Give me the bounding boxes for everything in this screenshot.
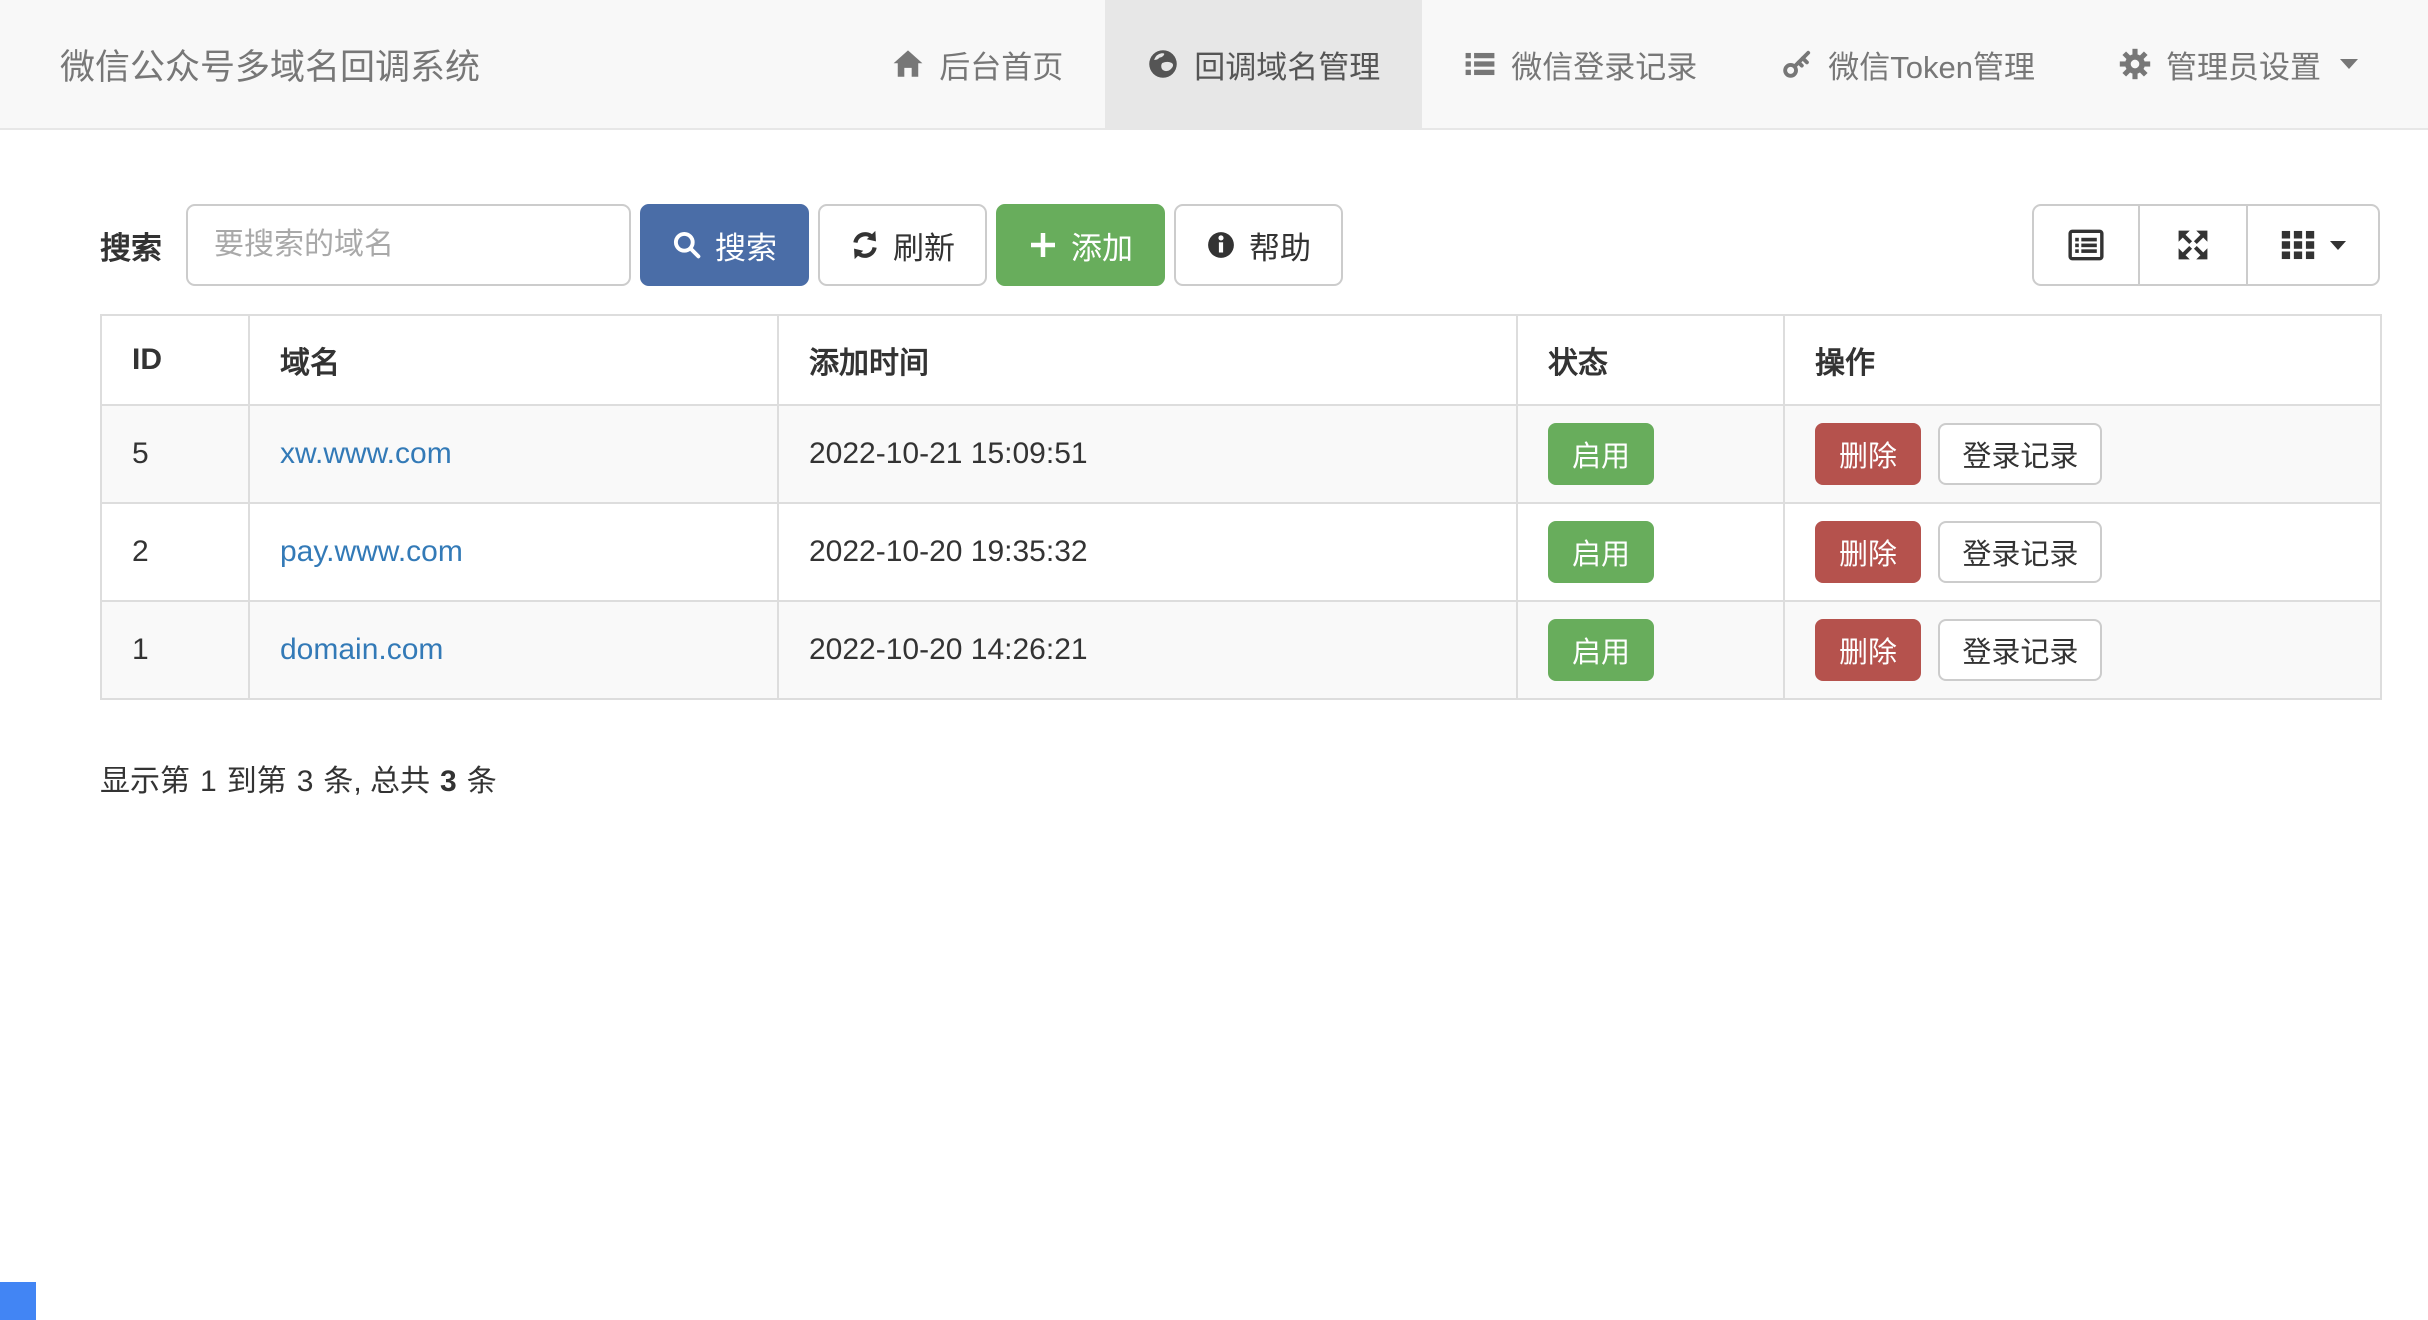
globe-icon (1147, 48, 1179, 80)
navbar: 微信公众号多域名回调系统 后台首页 回调域名管理 微信登录记录 微信Token管… (0, 0, 2428, 130)
nav-item-label: 后台首页 (939, 42, 1063, 87)
navbar-brand[interactable]: 微信公众号多域名回调系统 (0, 0, 480, 128)
columns-button[interactable] (2248, 204, 2380, 286)
cell-actions: 删除 登录记录 (1784, 503, 2381, 601)
search-button[interactable]: 搜索 (640, 204, 809, 286)
list-icon (1464, 48, 1496, 80)
pagination-after-to: 条, 总共 (323, 756, 430, 800)
search-label: 搜索 (100, 223, 162, 268)
table-row: 5 xw.www.com 2022-10-21 15:09:51 启用 删除 登… (101, 405, 2381, 503)
column-header-status: 状态 (1517, 315, 1784, 405)
search-button-label: 搜索 (715, 223, 777, 268)
add-button[interactable]: 添加 (996, 204, 1165, 286)
column-header-added: 添加时间 (778, 315, 1517, 405)
cell-status: 启用 (1517, 503, 1784, 601)
nav-item-admin-settings[interactable]: 管理员设置 (2077, 0, 2400, 128)
table-view-controls (2032, 204, 2380, 286)
cell-domain: xw.www.com (249, 405, 778, 503)
domain-link[interactable]: domain.com (280, 633, 443, 666)
cell-actions: 删除 登录记录 (1784, 405, 2381, 503)
columns-grid-icon (2280, 227, 2316, 263)
nav-item-label: 管理员设置 (2166, 42, 2321, 87)
info-circle-icon (1206, 230, 1236, 260)
cell-added-time: 2022-10-20 19:35:32 (778, 503, 1517, 601)
delete-button[interactable]: 删除 (1815, 423, 1921, 485)
domains-table: ID 域名 添加时间 状态 操作 5 xw.www.com 2022-10-21… (100, 314, 2382, 700)
login-records-button[interactable]: 登录记录 (1938, 619, 2102, 681)
plus-icon (1028, 230, 1058, 260)
add-button-label: 添加 (1071, 223, 1133, 268)
refresh-button[interactable]: 刷新 (818, 204, 987, 286)
help-button-label: 帮助 (1249, 223, 1311, 268)
detail-view-button[interactable] (2032, 204, 2140, 286)
cell-id: 1 (101, 601, 249, 699)
pagination-middle: 到第 (227, 756, 287, 800)
nav-item-label: 回调域名管理 (1194, 42, 1380, 87)
column-header-domain: 域名 (249, 315, 778, 405)
domain-link[interactable]: xw.www.com (280, 437, 452, 470)
fullscreen-button[interactable] (2140, 204, 2248, 286)
search-input[interactable] (186, 204, 631, 286)
pagination-total: 3 (440, 765, 457, 799)
nav-item-login-records[interactable]: 微信登录记录 (1422, 0, 1739, 128)
nav-item-label: 微信登录记录 (1511, 42, 1697, 87)
delete-button[interactable]: 删除 (1815, 619, 1921, 681)
domain-link[interactable]: pay.www.com (280, 535, 463, 568)
cell-status: 启用 (1517, 601, 1784, 699)
home-icon (892, 48, 924, 80)
pagination-from: 1 (200, 765, 217, 799)
login-records-button[interactable]: 登录记录 (1938, 423, 2102, 485)
help-button[interactable]: 帮助 (1174, 204, 1343, 286)
pagination-info: 显示第 1 到第 3 条, 总共 3 条 (100, 756, 2380, 800)
detail-view-icon (2068, 227, 2104, 263)
cell-added-time: 2022-10-21 15:09:51 (778, 405, 1517, 503)
table-header-row: ID 域名 添加时间 状态 操作 (101, 315, 2381, 405)
cell-id: 2 (101, 503, 249, 601)
pagination-prefix: 显示第 (100, 756, 190, 800)
pagination-to: 3 (297, 765, 314, 799)
login-records-button[interactable]: 登录记录 (1938, 521, 2102, 583)
navbar-menu: 后台首页 回调域名管理 微信登录记录 微信Token管理 管理员设置 (850, 0, 2428, 128)
search-icon (672, 230, 702, 260)
search-form: 搜索 搜索 刷新 添加 (100, 204, 1343, 286)
nav-item-dashboard[interactable]: 后台首页 (850, 0, 1105, 128)
cell-domain: domain.com (249, 601, 778, 699)
cell-actions: 删除 登录记录 (1784, 601, 2381, 699)
status-enabled-button[interactable]: 启用 (1548, 423, 1654, 485)
toolbar: 搜索 搜索 刷新 添加 (100, 204, 2380, 286)
cell-added-time: 2022-10-20 14:26:21 (778, 601, 1517, 699)
cell-status: 启用 (1517, 405, 1784, 503)
corner-marker (0, 1282, 36, 1320)
status-enabled-button[interactable]: 启用 (1548, 619, 1654, 681)
caret-down-icon (2330, 241, 2346, 250)
nav-item-callback-domains[interactable]: 回调域名管理 (1105, 0, 1422, 128)
table-row: 2 pay.www.com 2022-10-20 19:35:32 启用 删除 … (101, 503, 2381, 601)
gear-icon (2119, 48, 2151, 80)
column-header-id: ID (101, 315, 249, 405)
key-icon (1781, 48, 1813, 80)
delete-button[interactable]: 删除 (1815, 521, 1921, 583)
cell-domain: pay.www.com (249, 503, 778, 601)
caret-down-icon (2340, 59, 2358, 69)
refresh-icon (850, 230, 880, 260)
cell-id: 5 (101, 405, 249, 503)
nav-item-token-management[interactable]: 微信Token管理 (1739, 0, 2077, 128)
column-header-actions: 操作 (1784, 315, 2381, 405)
main-content: 搜索 搜索 刷新 添加 (0, 204, 2428, 800)
table-row: 1 domain.com 2022-10-20 14:26:21 启用 删除 登… (101, 601, 2381, 699)
pagination-unit: 条 (467, 756, 497, 800)
status-enabled-button[interactable]: 启用 (1548, 521, 1654, 583)
nav-item-label: 微信Token管理 (1828, 42, 2035, 87)
refresh-button-label: 刷新 (893, 223, 955, 268)
fullscreen-icon (2175, 227, 2211, 263)
